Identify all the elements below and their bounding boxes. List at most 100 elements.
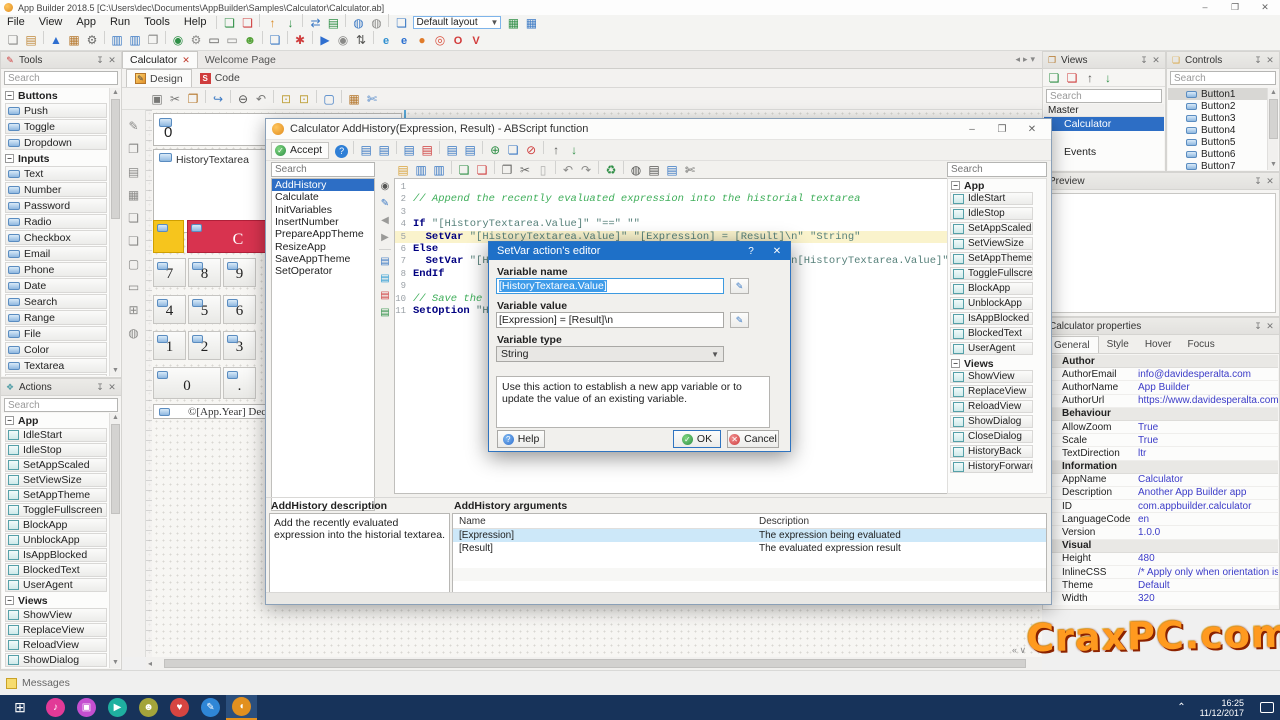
collapse-icon[interactable]: − [951,359,960,368]
taskbar-app-builder-app[interactable]: ◖ [226,695,257,720]
action-unblockapp[interactable]: UnblockApp [5,533,107,547]
menu-app[interactable]: App [69,16,103,28]
move-up-icon[interactable]: ↑ [264,14,280,31]
pin-icon[interactable]: ↧ [1252,55,1264,66]
close-icon[interactable]: ✕ [1150,55,1162,66]
print-icon[interactable]: ▤ [646,161,662,178]
css-doc-icon[interactable]: ▤ [378,271,392,286]
stop-icon[interactable]: ◉ [335,31,351,48]
property-row-authorurl[interactable]: AuthorUrlhttps://www.davidesperalta.com/ [1052,395,1278,408]
edit-value-button[interactable]: ✎ [730,278,749,294]
tree-item-button1[interactable]: Button1 [1168,88,1278,100]
tab-welcome-page[interactable]: Welcome Page [198,51,283,68]
property-row-authoremail[interactable]: AuthorEmailinfo@davidesperalta.com [1052,368,1278,381]
vivaldi-browser-icon[interactable]: V [468,32,484,49]
align-icon[interactable]: ▤ [126,163,142,180]
clock[interactable]: 16:25 11/12/2017 [1200,698,1244,718]
function-item-resizeapp[interactable]: ResizeApp [272,240,374,252]
ok-button[interactable]: ✓OK [673,430,721,448]
dialog-action-historyback[interactable]: HistoryBack [950,445,1033,458]
copy-icon[interactable]: ❐ [145,31,161,48]
action-blockapp[interactable]: BlockApp [5,518,107,532]
property-value[interactable]: True [1138,435,1278,446]
messages-tab[interactable]: Messages [22,677,70,689]
group-header-buttons[interactable]: −Buttons [2,88,120,103]
remove-function-icon[interactable]: ⊘ [523,142,539,159]
zoom-icon[interactable]: ◍ [628,161,644,178]
tools-search-input[interactable] [4,71,118,85]
digit-button-4[interactable]: 4 [153,295,186,324]
panel-scroll-arrows[interactable]: « ∨ [1012,645,1026,656]
dialog-action-reloadview[interactable]: ReloadView [950,400,1033,413]
dialog-help-icon[interactable]: ? [335,145,348,158]
firefox-browser-icon[interactable]: ● [414,31,430,48]
action-showdialog[interactable]: ShowDialog [5,653,107,667]
indent-icon[interactable]: ▤ [358,142,374,159]
property-row-theme[interactable]: ThemeDefault [1052,579,1278,592]
property-row-inlinecss[interactable]: InlineCSS/* Apply only when orientation … [1052,566,1278,579]
group-header-app[interactable]: −App [2,413,120,428]
anchor-icon[interactable]: ⊞ [126,301,142,318]
redo-icon[interactable]: ↷ [578,161,594,178]
close-icon[interactable]: ✕ [106,382,118,393]
help-button[interactable]: ?Help [497,430,545,448]
property-row-width[interactable]: Width320 [1052,592,1278,605]
property-value[interactable]: True [1138,422,1278,433]
share-icon[interactable]: ⇄ [307,14,323,31]
dialog-action-idlestart[interactable]: IdleStart [950,192,1033,205]
collapse-icon[interactable]: − [5,416,14,425]
maximize-button[interactable]: ❐ [1220,0,1250,14]
snapshot-icon[interactable]: ▦ [346,90,362,107]
add-function-icon[interactable]: ⊕ [487,142,503,159]
group-header-views[interactable]: −Views [948,357,1046,370]
variable-type-select[interactable]: String▼ [496,346,724,362]
duplicate-icon[interactable]: ▤ [444,142,460,159]
taskbar-people-app[interactable]: ☻ [133,695,164,720]
tab-hover[interactable]: Hover [1137,336,1180,353]
find-next-icon[interactable]: ◍ [368,14,384,31]
insert-function-icon[interactable]: ❏ [505,142,521,159]
delete-line-icon[interactable]: ▤ [419,142,435,159]
pin-icon[interactable]: ↧ [94,55,106,66]
save-all-icon[interactable]: ▥ [127,31,143,48]
pin-icon[interactable]: ↧ [1252,176,1264,187]
notification-icon[interactable] [1260,702,1274,713]
accept-button[interactable]: ✓ Accept [271,142,329,159]
actions-scrollbar[interactable]: ▲▼ [109,413,120,668]
digit-button-5[interactable]: 5 [188,295,221,324]
digit-button-6[interactable]: 6 [223,295,256,324]
argument-row[interactable]: [Result]The evaluated expression result [453,542,1046,555]
property-row-id[interactable]: IDcom.appbuilder.calculator [1052,500,1278,513]
controls-search-input[interactable] [1170,71,1276,85]
tool-textarea[interactable]: Textarea [5,358,107,373]
cancel-button[interactable]: ✕Cancel [727,430,779,448]
save-icon[interactable]: ▥ [413,161,429,178]
close-icon[interactable]: ✕ [1264,55,1276,66]
pdf-doc-icon[interactable]: ▤ [378,288,392,303]
remove-view-icon[interactable]: ❏ [1064,69,1080,86]
layout-save-icon[interactable]: ▦ [505,14,521,31]
paste-icon[interactable]: ▯ [535,161,551,178]
property-value[interactable]: com.appbuilder.calculator [1138,501,1278,512]
dialog-action-replaceview[interactable]: ReplaceView [950,385,1033,398]
func-down-icon[interactable]: ↓ [566,142,582,159]
action-idlestop[interactable]: IdleStop [5,443,107,457]
size-icon[interactable]: ▢ [126,255,142,272]
add-view-icon[interactable]: ❏ [1046,69,1062,86]
menu-run[interactable]: Run [103,16,137,28]
property-value[interactable]: 320 [1138,593,1278,604]
window-icon[interactable]: ❏ [393,14,409,31]
property-value[interactable]: 480 [1138,553,1278,564]
property-value[interactable]: en [1138,514,1278,525]
save-icon[interactable]: ▥ [109,31,125,48]
bounds-icon[interactable]: ▢ [321,90,337,107]
code-line-4[interactable]: 4If "[HistoryTextarea.Value]" "==" "" [395,218,1032,230]
close-tab-icon[interactable]: ✕ [182,55,190,66]
undo-icon[interactable]: ↶ [253,90,269,107]
android-icon[interactable]: ☻ [242,31,258,48]
property-value[interactable]: Another App Builder app [1138,487,1278,498]
sort-icon[interactable]: ⇅ [353,31,369,48]
menu-file[interactable]: File [0,16,32,28]
validate-icon[interactable]: ◉ [170,31,186,48]
tab-focus[interactable]: Focus [1180,336,1223,353]
